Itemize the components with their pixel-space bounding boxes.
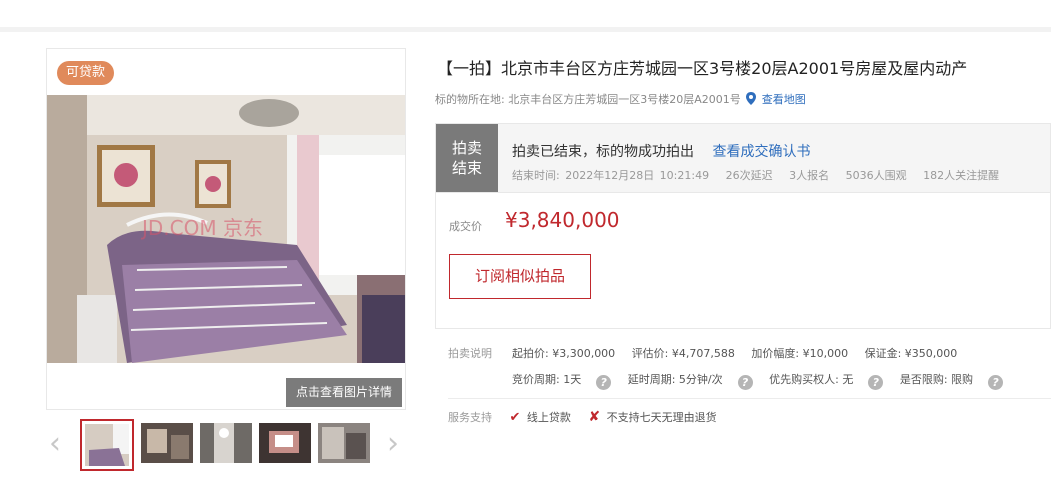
appraisal-price: 评估价: ¥4,707,588	[631, 347, 735, 360]
help-icon[interactable]: ?	[596, 375, 612, 390]
help-icon[interactable]: ?	[868, 375, 884, 390]
online-loan: 线上贷款	[526, 411, 571, 424]
reminder-count: 182人关注提醒	[923, 169, 1000, 182]
map-pin-icon	[746, 92, 757, 105]
description-row-2: 竞价周期: 1天? 延时周期: 5分钟/次? 优先购买权人: 无? 是否限购: …	[512, 371, 1016, 390]
view-map-link[interactable]: 查看地图	[762, 93, 806, 106]
chevron-left-icon[interactable]: ‹	[46, 429, 64, 459]
deposit: 保证金: ¥350,000	[864, 347, 958, 360]
price-panel: 成交价 ¥3,840,000 订阅相似拍品	[435, 193, 1051, 329]
view-confirmation-link[interactable]: 查看成交确认书	[712, 144, 810, 160]
priority-buyer: 优先购买权人: 无	[769, 373, 854, 386]
watermark-text: JD.COM 京东	[140, 216, 263, 240]
main-property-photo[interactable]: JD.COM 京东	[47, 95, 406, 363]
divider	[448, 398, 1051, 399]
auction-ended-tag: 拍卖 结束	[436, 124, 498, 192]
image-gallery: 可贷款 JD.COM 京东 点击查看图片详情	[46, 48, 406, 410]
status-message: 拍卖已结束，标的物成功拍出	[512, 144, 694, 160]
status-tag-line-1: 拍卖	[451, 139, 482, 157]
thumbnail-1[interactable]	[80, 419, 134, 471]
delay-count: 26次延迟	[725, 169, 773, 182]
end-time: 结束时间: 2022年12月28日 10:21:49	[512, 169, 710, 182]
view-photo-details-button[interactable]: 点击查看图片详情	[286, 378, 402, 407]
loan-available-badge: 可贷款	[57, 61, 115, 85]
watcher-count: 5036人围观	[845, 169, 907, 182]
status-message-row: 拍卖已结束，标的物成功拍出 查看成交确认书	[512, 141, 810, 161]
description-label: 拍卖说明	[448, 347, 492, 360]
location-value: 北京丰台区方庄芳城园一区3号楼20层A2001号	[508, 93, 741, 106]
cross-icon: ✘	[588, 409, 601, 425]
starting-price: 起拍价: ¥3,300,000	[512, 347, 616, 360]
final-price-value: ¥3,840,000	[505, 208, 620, 232]
purchase-restriction-item: 是否限购: 限购?	[899, 373, 1004, 390]
signup-count: 3人报名	[789, 169, 830, 182]
thumbnail-strip: ‹ ›	[46, 417, 406, 475]
help-icon[interactable]: ?	[737, 375, 753, 390]
description-row-1: 起拍价: ¥3,300,000 评估价: ¥4,707,588 加价幅度: ¥1…	[512, 345, 970, 361]
delay-period-item: 延时周期: 5分钟/次?	[627, 373, 753, 390]
chevron-right-icon[interactable]: ›	[384, 429, 402, 459]
bid-period: 竞价周期: 1天	[512, 373, 582, 386]
delay-period: 延时周期: 5分钟/次	[627, 373, 723, 386]
status-tag-line-2: 结束	[451, 159, 482, 177]
thumbnail-2[interactable]	[141, 423, 193, 463]
lot-location: 标的物所在地: 北京丰台区方庄芳城园一区3号楼20层A2001号 查看地图	[435, 91, 806, 107]
service-label: 服务支持	[448, 411, 492, 424]
lot-title: 【一拍】北京市丰台区方庄芳城园一区3号楼20层A2001号房屋及屋内动产	[437, 59, 968, 78]
purchase-restriction: 是否限购: 限购	[899, 373, 974, 386]
help-icon[interactable]: ?	[988, 375, 1004, 390]
priority-buyer-item: 优先购买权人: 无?	[769, 373, 884, 390]
location-label: 标的物所在地:	[435, 93, 505, 106]
top-bar	[0, 0, 1051, 32]
subscribe-similar-button[interactable]: 订阅相似拍品	[449, 254, 591, 299]
service-support: 服务支持 ✔ 线上贷款 ✘ 不支持七天无理由退货	[448, 409, 717, 425]
auction-status-panel: 拍卖 结束 拍卖已结束，标的物成功拍出 查看成交确认书 结束时间: 2022年1…	[435, 123, 1051, 193]
final-price-label: 成交价	[449, 220, 482, 233]
bid-period-item: 竞价周期: 1天?	[512, 373, 612, 390]
thumbnail-3[interactable]	[200, 423, 252, 463]
check-icon: ✔	[509, 410, 521, 425]
bid-increment: 加价幅度: ¥10,000	[751, 347, 849, 360]
thumbnail-5[interactable]	[318, 423, 370, 463]
thumbnail-4[interactable]	[259, 423, 311, 463]
status-meta-row: 结束时间: 2022年12月28日 10:21:49 26次延迟 3人报名 50…	[512, 167, 999, 183]
no-return-policy: 不支持七天无理由退货	[606, 411, 717, 424]
